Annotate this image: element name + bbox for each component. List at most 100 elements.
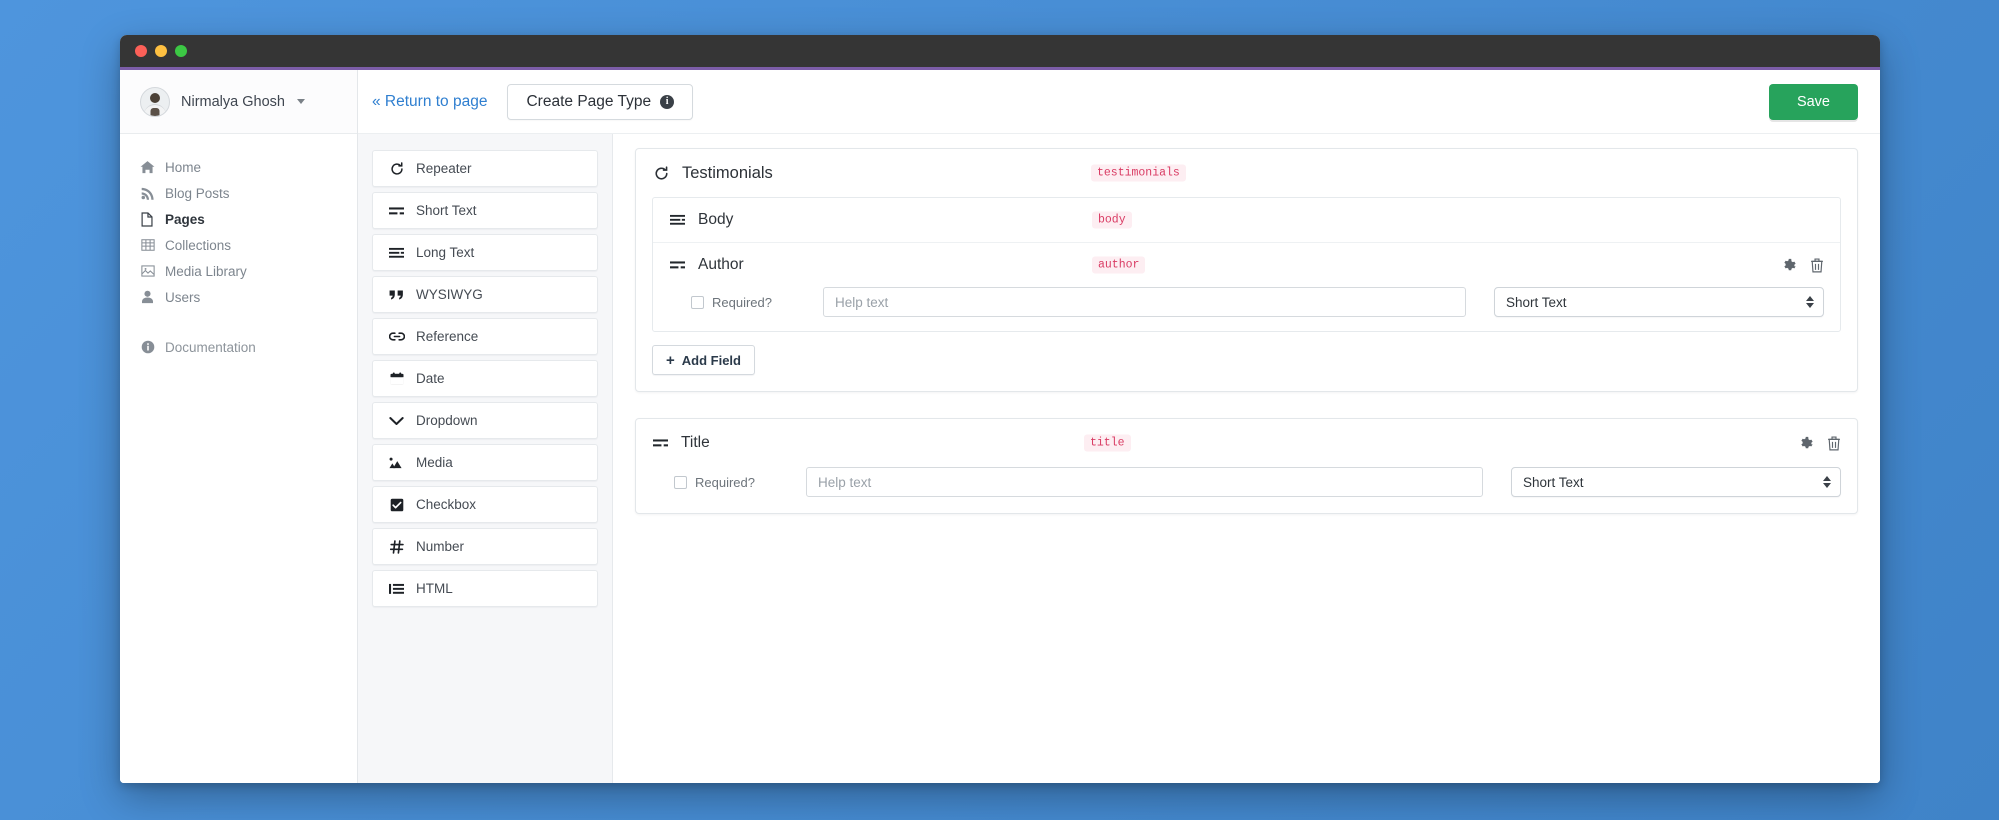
palette-item-wysiwyg[interactable]: WYSIWYG — [372, 276, 598, 313]
palette-item-repeater[interactable]: Repeater — [372, 150, 598, 187]
gear-icon[interactable] — [1798, 436, 1813, 451]
plus-icon: + — [666, 351, 675, 369]
page-type-canvas: Testimonials testimonials Body body Auth… — [613, 134, 1880, 783]
palette-item-label: Reference — [416, 329, 479, 344]
field-slug: title — [1084, 434, 1131, 452]
user-icon — [140, 290, 155, 305]
minimize-window-button[interactable] — [155, 45, 167, 57]
trash-icon[interactable] — [1827, 435, 1841, 451]
palette-item-date[interactable]: Date — [372, 360, 598, 397]
field-header-body[interactable]: Body body — [653, 198, 1840, 242]
palette-item-label: Dropdown — [416, 413, 478, 428]
field-card-title: Title title Required? Help text Short Te… — [635, 418, 1858, 514]
checkbox-icon — [388, 498, 405, 512]
calendar-icon — [388, 372, 405, 386]
palette-item-label: Number — [416, 539, 465, 554]
tab-create-page-type[interactable]: Create Page Type i — [507, 83, 694, 120]
add-field-label: Add Field — [681, 352, 741, 368]
user-name: Nirmalya Ghosh — [181, 93, 285, 110]
main-area: « Return to page Create Page Type i Save… — [358, 70, 1880, 783]
sidebar-item-pages[interactable]: Pages — [120, 206, 357, 232]
field-name: Author — [698, 256, 744, 273]
repeater-card-testimonials: Testimonials testimonials Body body Auth… — [635, 148, 1858, 392]
rss-icon — [140, 186, 155, 201]
palette-item-reference[interactable]: Reference — [372, 318, 598, 355]
sidebar-item-users[interactable]: Users — [120, 284, 357, 310]
image-icon — [388, 457, 405, 469]
palette-item-number[interactable]: Number — [372, 528, 598, 565]
repeat-icon — [388, 161, 405, 176]
palette-item-html[interactable]: HTML — [372, 570, 598, 607]
palette-item-media[interactable]: Media — [372, 444, 598, 481]
palette-item-checkbox[interactable]: Checkbox — [372, 486, 598, 523]
sidebar-item-collections[interactable]: Collections — [120, 232, 357, 258]
field-row-author: Author author Required? Help text Short … — [653, 242, 1840, 331]
field-type-select[interactable]: Short Text — [1511, 467, 1841, 497]
return-to-page-link[interactable]: « Return to page — [372, 93, 487, 111]
help-text-input[interactable] — [806, 467, 1483, 497]
avatar — [140, 86, 170, 117]
user-menu[interactable]: Nirmalya Ghosh — [120, 70, 357, 134]
field-settings-title: Required? Short Text — [636, 467, 1857, 513]
chevron-down-icon — [388, 416, 405, 426]
info-icon[interactable]: i — [660, 94, 675, 109]
palette-item-label: Media — [416, 455, 453, 470]
save-button[interactable]: Save — [1768, 83, 1858, 120]
list-icon — [388, 583, 405, 595]
stepper-arrows-icon — [1823, 476, 1831, 488]
required-toggle[interactable]: Required? — [669, 295, 823, 310]
sidebar-item-label: Collections — [165, 237, 232, 253]
field-type-select[interactable]: Short Text — [1494, 287, 1824, 317]
field-name: Body — [698, 211, 734, 228]
palette-item-label: Long Text — [416, 245, 475, 260]
chevron-down-icon — [296, 99, 305, 104]
trash-icon[interactable] — [1810, 257, 1824, 273]
palette-item-short-text[interactable]: Short Text — [372, 192, 598, 229]
field-type-value: Short Text — [1523, 474, 1584, 490]
close-window-button[interactable] — [135, 45, 147, 57]
field-slug: author — [1092, 256, 1146, 274]
repeater-title: Testimonials — [682, 163, 773, 182]
gear-icon[interactable] — [1781, 258, 1796, 273]
palette-item-label: Short Text — [416, 203, 477, 218]
required-label: Required? — [712, 294, 772, 310]
required-checkbox[interactable] — [691, 295, 704, 309]
palette-item-label: HTML — [416, 581, 453, 596]
image-icon — [140, 264, 155, 279]
long-text-icon — [388, 247, 405, 259]
short-text-icon — [388, 205, 405, 217]
palette-item-long-text[interactable]: Long Text — [372, 234, 598, 271]
required-label: Required? — [695, 474, 755, 490]
repeater-slug: testimonials — [1091, 164, 1186, 182]
help-text-input[interactable] — [823, 287, 1466, 317]
sidebar-item-label: Users — [165, 289, 201, 305]
sidebar-item-blog-posts[interactable]: Blog Posts — [120, 180, 357, 206]
palette-item-dropdown[interactable]: Dropdown — [372, 402, 598, 439]
field-header-author[interactable]: Author author — [653, 243, 1840, 287]
topbar: « Return to page Create Page Type i Save — [358, 70, 1880, 134]
field-type-value: Short Text — [1506, 294, 1567, 310]
field-type-palette: Repeater Short Text Long Text WYSIWYG Re… — [358, 134, 613, 783]
required-checkbox[interactable] — [674, 475, 687, 489]
field-slug: body — [1092, 211, 1132, 229]
long-text-icon — [669, 214, 686, 226]
palette-item-label: Date — [416, 371, 445, 386]
hash-icon — [388, 539, 405, 554]
sidebar-item-home[interactable]: Home — [120, 154, 357, 180]
sidebar-item-label: Pages — [165, 211, 205, 227]
stepper-arrows-icon — [1806, 296, 1814, 308]
required-toggle[interactable]: Required? — [652, 475, 806, 490]
sidebar-nav: Home Blog Posts Pages Collections Media … — [120, 134, 357, 360]
file-icon — [140, 211, 155, 227]
sidebar-item-media-library[interactable]: Media Library — [120, 258, 357, 284]
add-field-button[interactable]: + Add Field — [652, 345, 755, 375]
field-name: Title — [681, 434, 710, 451]
tab-label: Create Page Type — [526, 92, 652, 110]
maximize-window-button[interactable] — [175, 45, 187, 57]
sidebar-item-label: Documentation — [165, 339, 256, 355]
link-icon — [388, 330, 405, 343]
sidebar-item-label: Media Library — [165, 263, 247, 279]
field-header-title[interactable]: Title title — [636, 419, 1857, 467]
sidebar-item-documentation[interactable]: Documentation — [120, 334, 357, 360]
repeater-header[interactable]: Testimonials testimonials — [636, 149, 1857, 197]
